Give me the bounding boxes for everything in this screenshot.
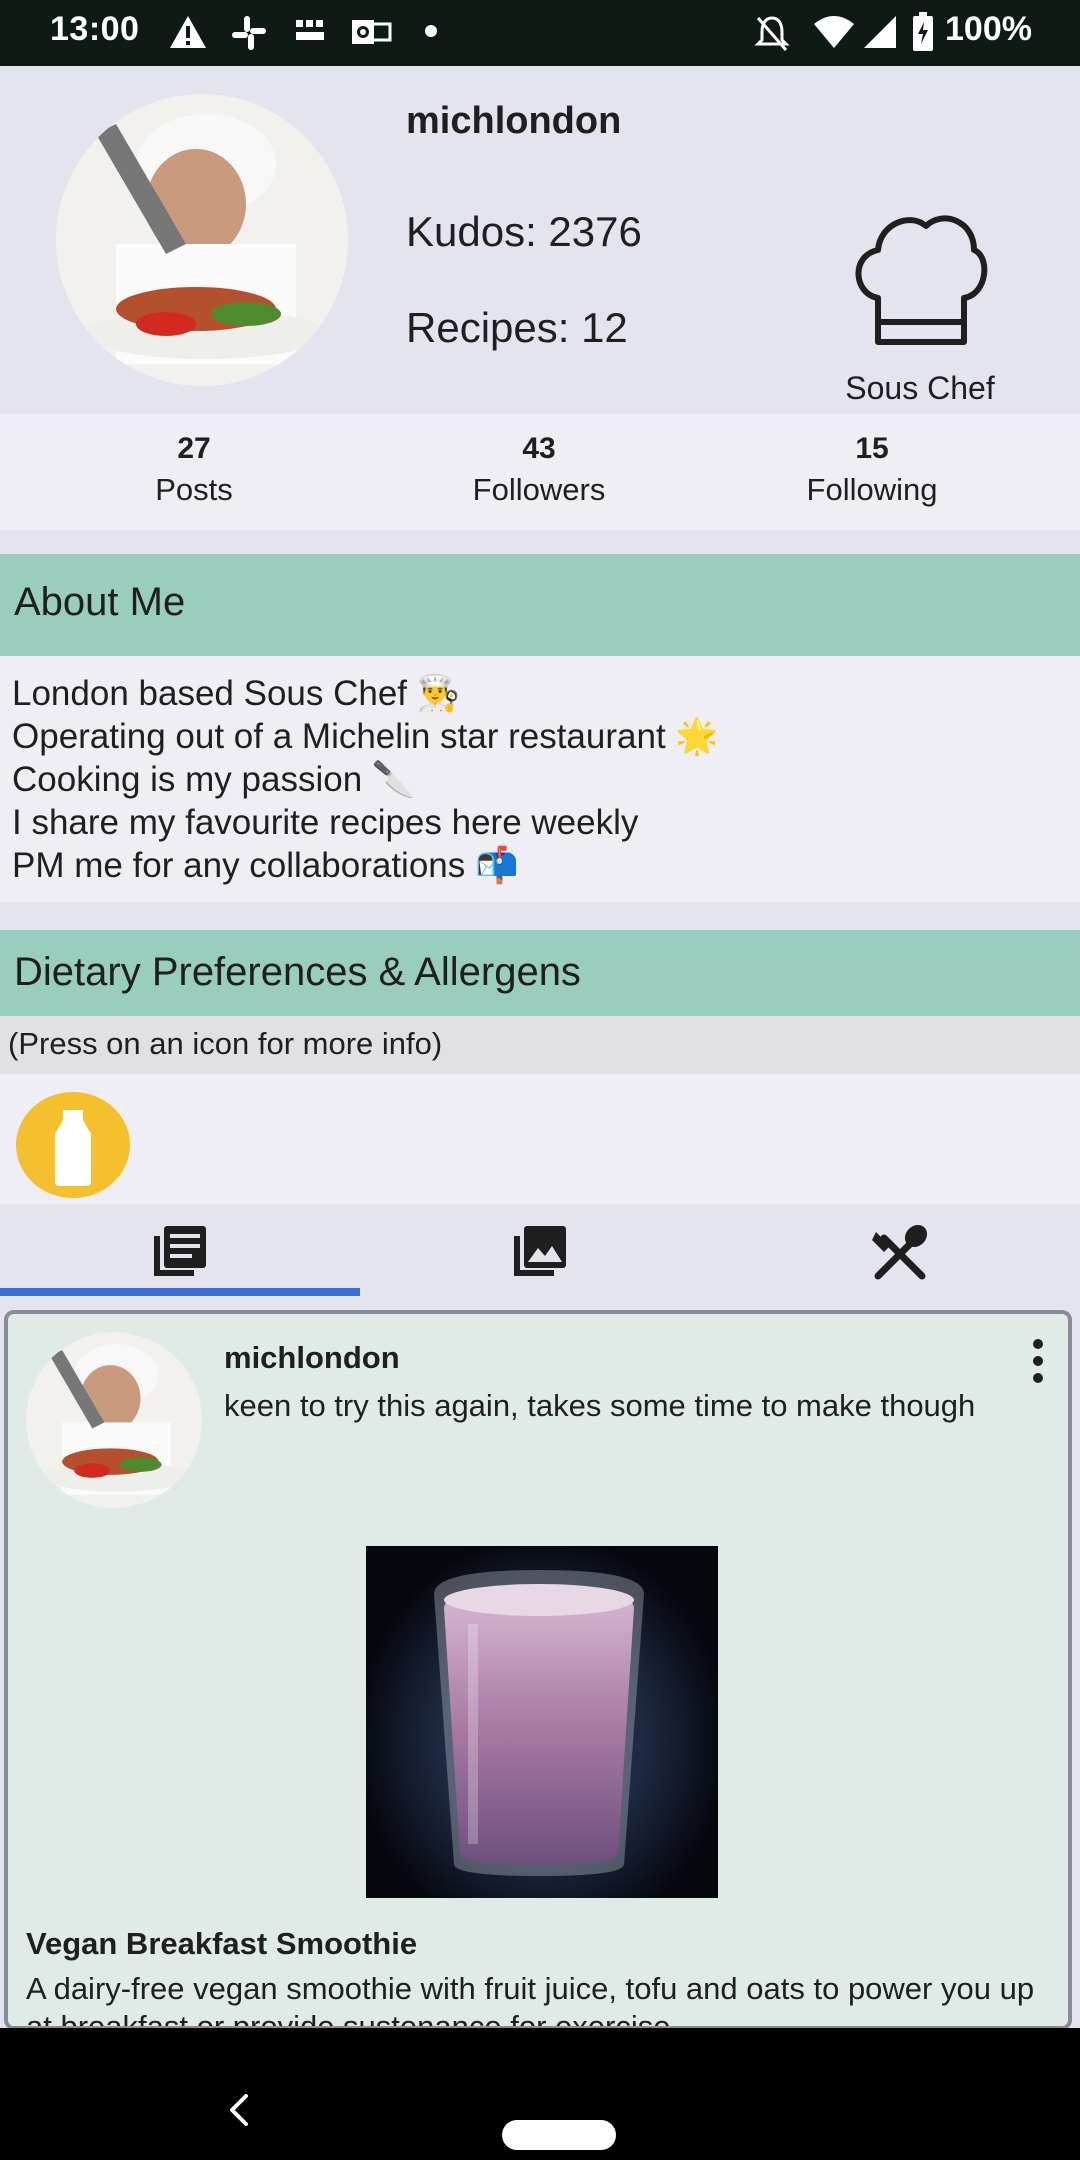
gallery-icon [514, 1226, 566, 1276]
kudos-count: Kudos: 2376 [406, 208, 642, 255]
status-bar: 13:00 100% [0, 0, 1080, 66]
tab-posts[interactable] [0, 1204, 360, 1298]
about-line: I share my favourite recipes here weekly [12, 803, 639, 842]
dot-icon [425, 25, 437, 37]
stat-followers[interactable]: 43 Followers [409, 432, 669, 508]
warning-icon [170, 16, 206, 48]
milk-bottle-icon [55, 1110, 91, 1186]
recipes-count: Recipes: 12 [406, 304, 628, 351]
post-text: keen to try this again, takes some time … [224, 1388, 976, 1423]
dietary-title: Dietary Preferences & Allergens [14, 950, 581, 994]
stat-followers-value: 43 [522, 432, 556, 465]
post-username[interactable]: michlondon [224, 1340, 400, 1376]
chef-rank-label: Sous Chef [845, 370, 995, 406]
posts-list-icon [154, 1226, 206, 1276]
about-line: London based Sous Chef 👨‍🍳 [12, 674, 461, 713]
stat-followers-label: Followers [472, 472, 606, 507]
profile-stats: 27 Posts 43 Followers 15 Following [0, 414, 1080, 530]
mute-icon [754, 16, 790, 51]
tab-gallery[interactable] [360, 1204, 720, 1298]
recipe-image[interactable] [366, 1546, 718, 1898]
wifi-icon [814, 16, 854, 48]
status-time: 13:00 [50, 10, 140, 48]
post-author-avatar[interactable] [26, 1332, 202, 1508]
profile-username: michlondon [406, 100, 622, 142]
recipe-description: A dairy-free vegan smoothie with fruit j… [26, 1971, 1035, 2030]
recipe-title[interactable]: Vegan Breakfast Smoothie [26, 1926, 417, 1962]
about-title: About Me [14, 580, 186, 624]
stat-following-value: 15 [855, 432, 889, 465]
dietary-hint-text: (Press on an icon for more info) [8, 1026, 443, 1061]
about-line: Operating out of a Michelin star restaur… [12, 717, 719, 756]
dietary-hint: (Press on an icon for more info) [0, 1016, 1080, 1074]
outlook-icon [352, 20, 392, 44]
chef-hat-icon [855, 215, 988, 345]
battery-percent: 100% [945, 10, 1032, 48]
bbc-news-icon [296, 20, 324, 40]
navigation-bar [0, 2028, 1080, 2160]
profile-tabs [0, 1204, 1080, 1298]
signal-icon [864, 16, 896, 48]
stat-posts-value: 27 [177, 432, 211, 465]
dietary-header: Dietary Preferences & Allergens [0, 930, 1080, 1016]
active-tab-indicator [0, 1288, 360, 1296]
stat-posts-label: Posts [155, 472, 233, 507]
smoothie-glass-image [434, 1570, 644, 1876]
about-line: Cooking is my passion 🔪 [12, 760, 416, 799]
about-line: PM me for any collaborations 📬 [12, 846, 519, 885]
back-icon[interactable] [224, 2090, 254, 2130]
allergen-icons-row [0, 1074, 1080, 1204]
stat-posts[interactable]: 27 Posts [64, 432, 324, 508]
about-body: London based Sous Chef 👨‍🍳 Operating out… [0, 656, 1080, 902]
milk-allergen-button[interactable] [16, 1092, 130, 1198]
chef-photo [56, 94, 348, 386]
post-card[interactable]: michlondon keen to try this again, takes… [4, 1310, 1072, 2030]
stat-following[interactable]: 15 Following [742, 432, 1002, 508]
profile-avatar[interactable] [56, 94, 348, 386]
chef-photo [26, 1332, 202, 1508]
more-options-icon[interactable] [1028, 1336, 1048, 1386]
tab-recipes[interactable] [720, 1204, 1080, 1298]
about-header: About Me [0, 554, 1080, 656]
utensils-icon [872, 1224, 928, 1280]
stat-following-label: Following [806, 472, 938, 507]
battery-icon [913, 12, 933, 51]
home-pill-button[interactable] [502, 2120, 616, 2150]
slack-icon [232, 16, 266, 50]
